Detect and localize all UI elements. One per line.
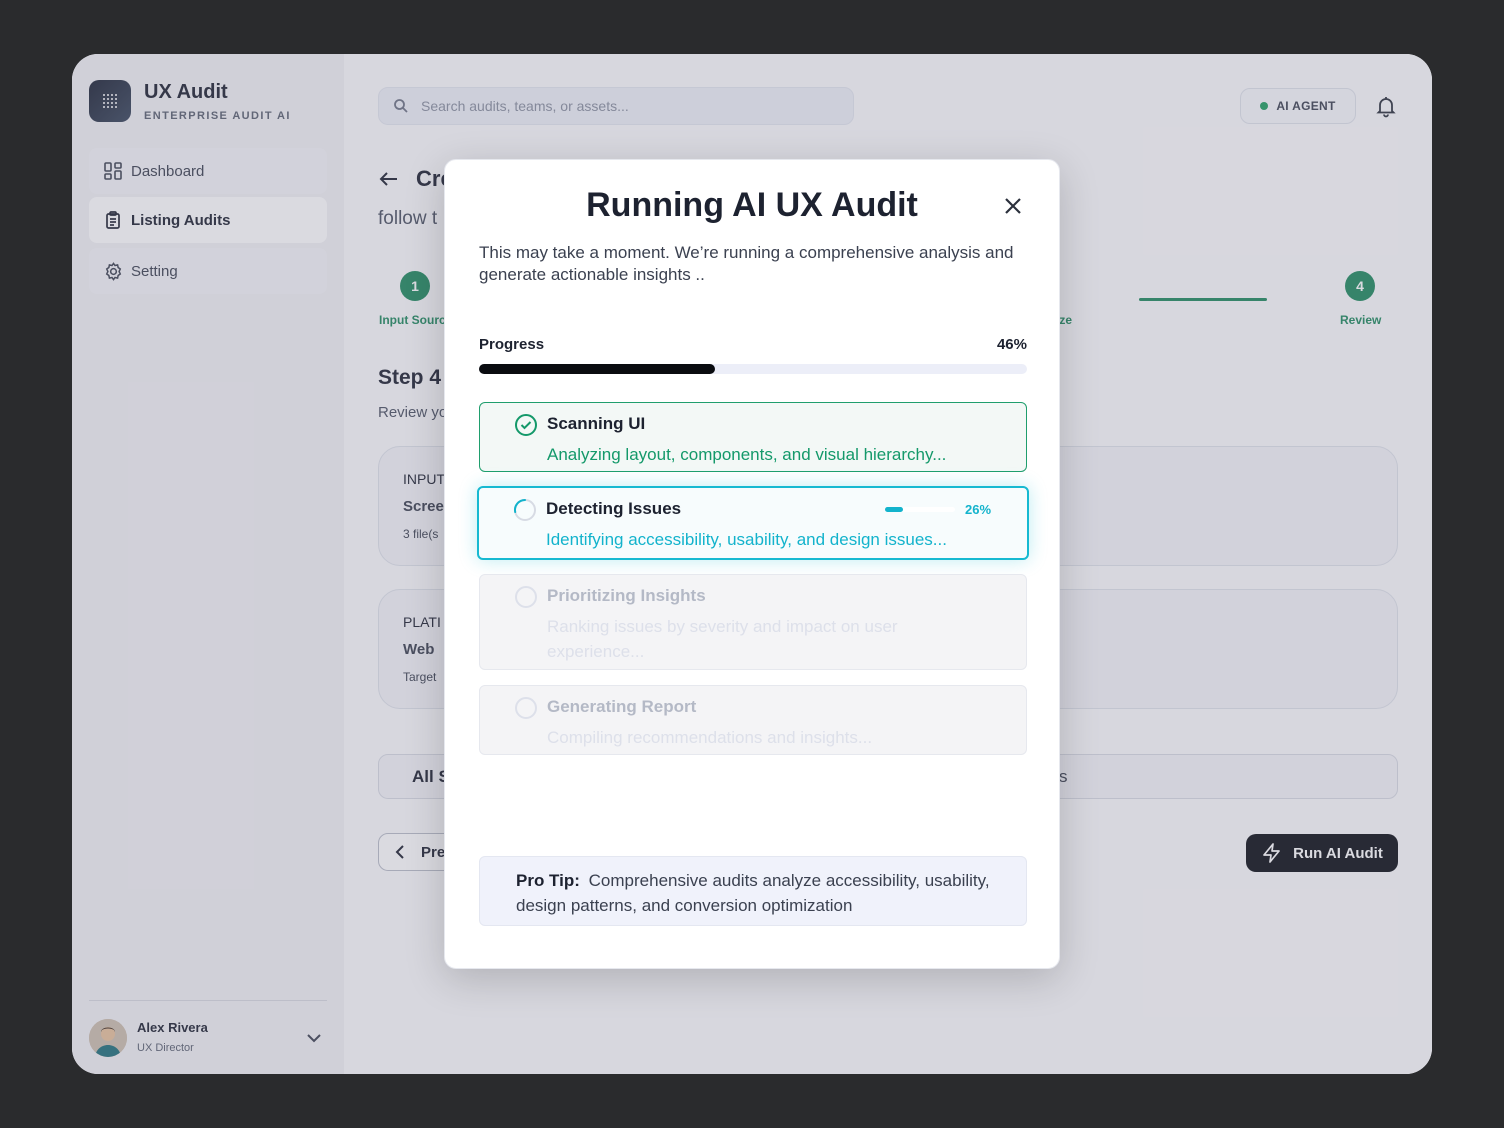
task-progress-fill: [885, 507, 904, 512]
task-title: Scanning UI: [547, 414, 646, 433]
task-title: Detecting Issues: [546, 499, 682, 518]
task-description: Ranking issues by severity and impact on…: [547, 617, 898, 661]
pending-circle-icon: [514, 585, 538, 609]
task-description: Compiling recommendations and insights..…: [547, 728, 873, 747]
task-scanning-ui: Scanning UI Analyzing layout, components…: [479, 402, 1027, 472]
progress-label: Progress: [479, 336, 545, 353]
task-title: Generating Report: [547, 697, 697, 716]
task-title: Prioritizing Insights: [547, 586, 706, 605]
audit-progress-modal: Running AI UX Audit This may take a mome…: [444, 159, 1060, 969]
close-icon[interactable]: [1001, 194, 1025, 218]
spinner-icon: [513, 498, 537, 522]
pro-tip-box: Pro Tip: Comprehensive audits analyze ac…: [479, 856, 1027, 926]
pro-tip-text: Comprehensive audits analyze accessibili…: [516, 871, 990, 915]
progress-bar: [479, 364, 1027, 374]
pending-circle-icon: [514, 696, 538, 720]
modal-title: Running AI UX Audit: [586, 186, 918, 224]
task-progress-bar: [885, 507, 955, 512]
task-description: Analyzing layout, components, and visual…: [547, 445, 947, 464]
task-progress-value: 26%: [965, 502, 992, 517]
check-circle-icon: [514, 413, 538, 437]
task-detecting-issues: Detecting Issues 26% Identifying accessi…: [477, 486, 1029, 560]
progress-value: 46%: [996, 336, 1027, 353]
progress-bar-fill: [479, 364, 715, 374]
task-generating-report: Generating Report Compiling recommendati…: [479, 685, 1027, 755]
task-prioritizing-insights: Prioritizing Insights Ranking issues by …: [479, 574, 1027, 670]
modal-description: This may take a moment. We’re running a …: [479, 243, 1014, 284]
task-description: Identifying accessibility, usability, an…: [546, 530, 947, 549]
pro-tip-label: Pro Tip:: [516, 871, 580, 890]
